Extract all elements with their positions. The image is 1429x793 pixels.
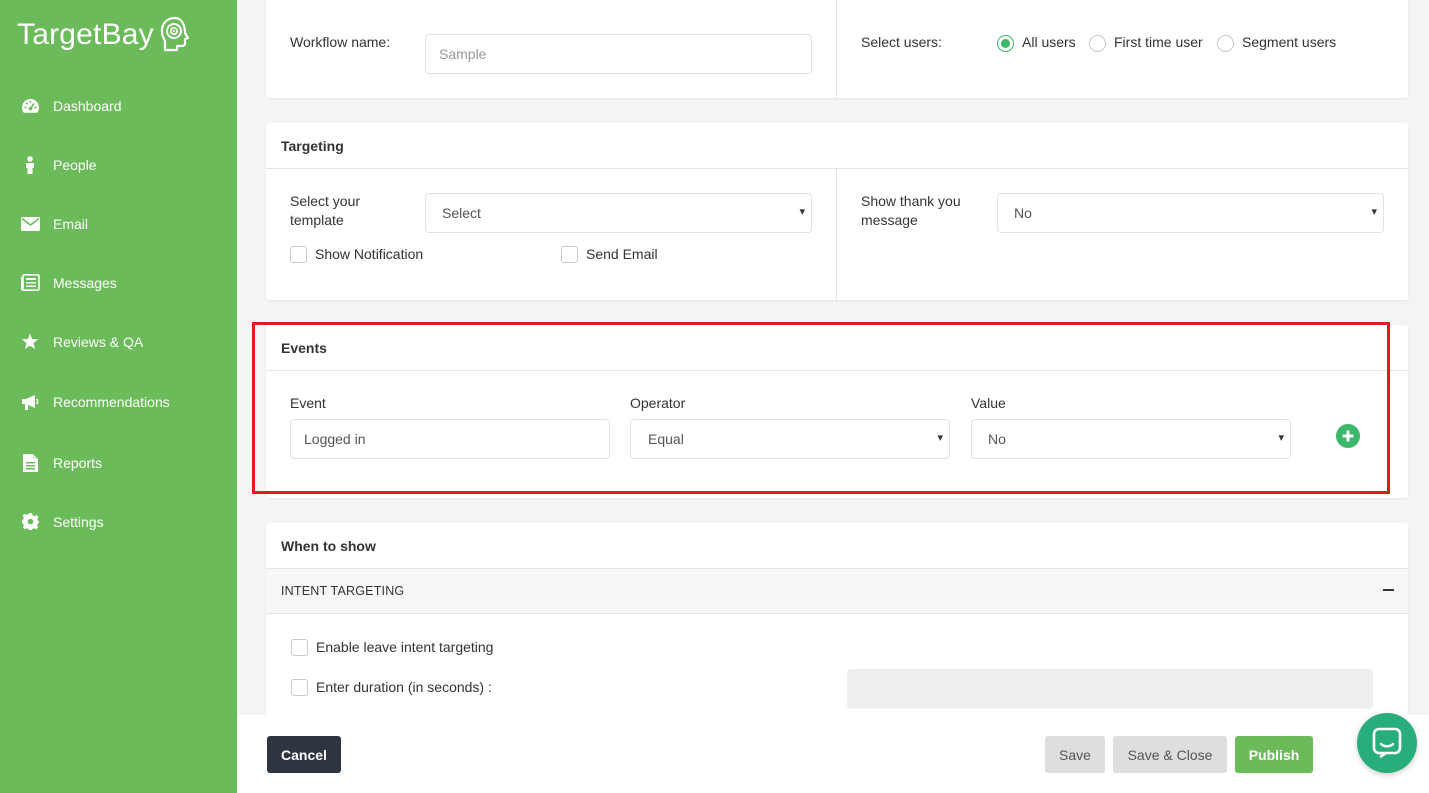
show-notification-label[interactable]: Show Notification bbox=[315, 245, 423, 264]
brand-name: TargetBay bbox=[17, 18, 154, 51]
event-input-value: Logged in bbox=[304, 431, 366, 447]
sidebar: TargetBay Dashboard People Email Message… bbox=[0, 0, 237, 793]
workflow-name-label: Workflow name: bbox=[290, 34, 391, 50]
sidebar-item-settings[interactable]: Settings bbox=[0, 492, 237, 551]
chat-launcher-button[interactable] bbox=[1357, 713, 1417, 773]
sidebar-item-dashboard[interactable]: Dashboard bbox=[0, 76, 237, 135]
value-label: Value bbox=[971, 395, 1006, 411]
thank-you-select[interactable]: No bbox=[997, 193, 1384, 233]
save-close-button[interactable]: Save & Close bbox=[1113, 736, 1227, 773]
brand-logo[interactable]: TargetBay bbox=[17, 16, 194, 54]
radio-first-time-user-label[interactable]: First time user bbox=[1114, 33, 1203, 52]
plus-circle-icon[interactable] bbox=[1336, 424, 1360, 448]
footer-bar: Cancel Save Save & Close Publish bbox=[237, 715, 1429, 793]
intent-targeting-header[interactable]: INTENT TARGETING bbox=[266, 569, 1408, 614]
show-notification-checkbox[interactable] bbox=[290, 246, 307, 263]
radio-all-users[interactable] bbox=[997, 35, 1014, 52]
events-card: Events Event Logged in Operator Equal Va… bbox=[266, 325, 1408, 498]
send-email-label[interactable]: Send Email bbox=[586, 245, 658, 264]
select-users-label: Select users: bbox=[861, 34, 942, 50]
event-input[interactable]: Logged in bbox=[290, 419, 610, 459]
targeting-card: Targeting Select your template Select Sh… bbox=[266, 123, 1408, 300]
template-select[interactable]: Select bbox=[425, 193, 812, 233]
sidebar-item-reports[interactable]: Reports bbox=[0, 433, 237, 492]
operator-label: Operator bbox=[630, 395, 686, 411]
template-select-value: Select bbox=[442, 205, 481, 221]
document-icon bbox=[20, 453, 40, 473]
operator-select[interactable]: Equal bbox=[630, 419, 950, 459]
send-email-checkbox[interactable] bbox=[561, 246, 578, 263]
radio-segment-users-label[interactable]: Segment users bbox=[1242, 33, 1336, 52]
sidebar-item-label: Reviews & QA bbox=[53, 333, 144, 350]
thank-you-select-value: No bbox=[1014, 205, 1032, 221]
radio-all-users-label[interactable]: All users bbox=[1022, 33, 1076, 52]
sidebar-item-recommendations[interactable]: Recommendations bbox=[0, 371, 237, 433]
value-select[interactable]: No bbox=[971, 419, 1291, 459]
sidebar-nav: Dashboard People Email Messages Reviews … bbox=[0, 76, 237, 551]
duration-input[interactable] bbox=[847, 669, 1373, 709]
workflow-name-input[interactable]: Sample bbox=[425, 34, 812, 74]
sidebar-item-label: Recommendations bbox=[53, 394, 170, 410]
workflow-name-placeholder: Sample bbox=[439, 46, 487, 62]
events-title: Events bbox=[266, 325, 1408, 371]
dashboard-gauge-icon bbox=[20, 96, 40, 116]
save-button[interactable]: Save bbox=[1045, 736, 1105, 773]
megaphone-icon bbox=[20, 392, 40, 412]
sidebar-item-email[interactable]: Email bbox=[0, 194, 237, 253]
gear-icon bbox=[20, 512, 40, 532]
publish-button[interactable]: Publish bbox=[1235, 736, 1313, 773]
operator-select-value: Equal bbox=[648, 431, 684, 447]
targeting-title: Targeting bbox=[266, 123, 1408, 169]
intent-targeting-title: INTENT TARGETING bbox=[281, 584, 405, 598]
sidebar-item-messages[interactable]: Messages bbox=[0, 253, 237, 312]
column-divider bbox=[836, 169, 837, 300]
leave-intent-label[interactable]: Enable leave intent targeting bbox=[316, 638, 493, 657]
template-label: Select your template bbox=[290, 193, 361, 228]
messages-list-icon bbox=[20, 273, 40, 293]
workflow-card: Workflow name: Sample Select users: All … bbox=[266, 0, 1408, 98]
chat-bubble-icon bbox=[1372, 727, 1402, 759]
head-target-icon bbox=[160, 16, 189, 52]
thank-you-label: Show thank you message bbox=[861, 193, 961, 228]
value-select-value: No bbox=[988, 431, 1006, 447]
sidebar-item-label: Email bbox=[53, 215, 89, 232]
duration-label[interactable]: Enter duration (in seconds) : bbox=[316, 678, 492, 697]
envelope-icon bbox=[20, 214, 40, 234]
sidebar-item-label: Dashboard bbox=[53, 97, 122, 114]
radio-segment-users[interactable] bbox=[1217, 35, 1234, 52]
cancel-button[interactable]: Cancel bbox=[267, 736, 341, 773]
sidebar-item-label: Messages bbox=[53, 274, 117, 291]
sidebar-item-label: Reports bbox=[53, 454, 103, 471]
column-divider bbox=[836, 0, 837, 98]
sidebar-item-reviews[interactable]: Reviews & QA bbox=[0, 312, 237, 371]
duration-checkbox[interactable] bbox=[291, 679, 308, 696]
main-content: Workflow name: Sample Select users: All … bbox=[237, 0, 1429, 793]
leave-intent-checkbox[interactable] bbox=[291, 639, 308, 656]
collapse-minus-icon[interactable] bbox=[1383, 589, 1394, 591]
event-label: Event bbox=[290, 395, 326, 411]
person-icon bbox=[20, 155, 40, 175]
star-icon bbox=[20, 332, 40, 352]
sidebar-item-label: People bbox=[53, 156, 97, 173]
sidebar-item-label: Settings bbox=[53, 513, 104, 530]
when-to-show-title: When to show bbox=[266, 523, 1408, 569]
sidebar-item-people[interactable]: People bbox=[0, 135, 237, 194]
radio-first-time-user[interactable] bbox=[1089, 35, 1106, 52]
